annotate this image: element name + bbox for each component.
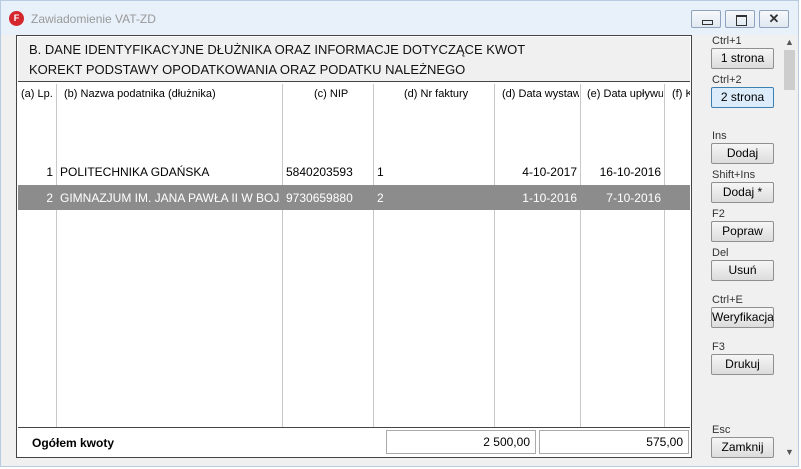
totals-label: Ogółem kwoty: [32, 436, 115, 450]
vertical-scrollbar[interactable]: ▲ ▼: [781, 35, 798, 459]
column-header-name[interactable]: (b) Nazwa podatnika (dłużnika): [64, 88, 216, 100]
cell-issue-date: 4-10-2017: [522, 165, 577, 179]
column-header-due-date[interactable]: (e) Data upływu: [587, 88, 663, 100]
totals-footer: Ogółem kwoty 2 500,00 575,00: [18, 427, 690, 457]
shortcut-esc: Esc: [712, 424, 731, 436]
shortcut-ctrl1: Ctrl+1: [712, 35, 742, 47]
scroll-down-icon[interactable]: ▼: [785, 447, 794, 457]
page2-button[interactable]: 2 strona: [711, 87, 774, 108]
verify-button[interactable]: Weryfikacja: [711, 307, 774, 328]
column-divider: [56, 84, 57, 427]
shortcut-del: Del: [712, 247, 729, 259]
cell-nip: 5840203593: [286, 165, 353, 179]
column-header-issue-date[interactable]: (d) Data wystaw: [502, 88, 579, 100]
column-divider: [494, 84, 495, 427]
scrollbar-thumb[interactable]: [784, 50, 795, 90]
cell-invoice: 1: [377, 165, 384, 179]
window: F Zawiadomienie VAT-ZD ✕ B. DANE IDENTYF…: [0, 0, 799, 467]
close-button[interactable]: Zamknij: [711, 437, 774, 458]
shortcut-shift-ins: Shift+Ins: [712, 169, 756, 181]
shortcut-f3: F3: [712, 341, 725, 353]
section-header-line2: KOREKT PODSTAWY OPODATKOWANIA ORAZ PODAT…: [29, 62, 466, 77]
column-divider: [373, 84, 374, 427]
cell-due-date: 7-10-2016: [606, 191, 661, 205]
app-icon: F: [9, 11, 24, 26]
add-copy-button[interactable]: Dodaj *: [711, 182, 774, 203]
column-divider: [664, 84, 665, 427]
column-header-nip[interactable]: (c) NIP: [314, 88, 348, 100]
debtors-table: (a) Lp. (b) Nazwa podatnika (dłużnika) (…: [18, 84, 690, 427]
column-header-lp[interactable]: (a) Lp.: [21, 88, 53, 100]
cell-lp: 1: [46, 165, 53, 179]
minimize-button[interactable]: [691, 10, 721, 28]
cell-nip: 9730659880: [286, 191, 353, 205]
shortcut-ctrl2: Ctrl+2: [712, 74, 742, 86]
cell-issue-date: 1-10-2016: [522, 191, 577, 205]
titlebar[interactable]: F Zawiadomienie VAT-ZD ✕: [1, 1, 798, 35]
delete-button[interactable]: Usuń: [711, 260, 774, 281]
main-panel: B. DANE IDENTYFIKACYJNE DŁUŻNIKA ORAZ IN…: [16, 35, 692, 458]
shortcut-ctrl-e: Ctrl+E: [712, 294, 743, 306]
add-button[interactable]: Dodaj: [711, 143, 774, 164]
column-header-invoice[interactable]: (d) Nr faktury: [404, 88, 468, 100]
table-row[interactable]: 1 POLITECHNIKA GDAŃSKA 5840203593 1 4-10…: [18, 159, 690, 184]
minimize-icon: [692, 11, 720, 27]
scroll-up-icon[interactable]: ▲: [785, 37, 794, 47]
column-header-f[interactable]: (f) K: [672, 88, 690, 100]
print-button[interactable]: Drukuj: [711, 354, 774, 375]
cell-name: POLITECHNIKA GDAŃSKA: [60, 165, 210, 179]
close-icon: ✕: [768, 11, 780, 26]
section-header-line1: B. DANE IDENTYFIKACYJNE DŁUŻNIKA ORAZ IN…: [29, 42, 526, 57]
total-amount-2: 575,00: [539, 430, 689, 454]
maximize-icon: [726, 11, 754, 27]
column-divider: [282, 84, 283, 427]
shortcut-ins: Ins: [712, 130, 727, 142]
total-amount-1: 2 500,00: [386, 430, 536, 454]
page1-button[interactable]: 1 strona: [711, 48, 774, 69]
close-window-button[interactable]: ✕: [759, 10, 789, 28]
shortcut-f2: F2: [712, 208, 725, 220]
section-header: B. DANE IDENTYFIKACYJNE DŁUŻNIKA ORAZ IN…: [18, 37, 690, 82]
cell-due-date: 16-10-2016: [599, 165, 661, 179]
table-header: (a) Lp. (b) Nazwa podatnika (dłużnika) (…: [18, 84, 690, 104]
cell-name: GIMNAZJUM IM. JANA PAWŁA II W BOJADŁ: [60, 191, 280, 205]
window-title: Zawiadomienie VAT-ZD: [31, 12, 156, 26]
edit-button[interactable]: Popraw: [711, 221, 774, 242]
table-row-selected[interactable]: 2 GIMNAZJUM IM. JANA PAWŁA II W BOJADŁ 9…: [18, 185, 690, 210]
column-divider: [580, 84, 581, 427]
cell-invoice: 2: [377, 191, 384, 205]
maximize-button[interactable]: [725, 10, 755, 28]
cell-lp: 2: [46, 191, 53, 205]
